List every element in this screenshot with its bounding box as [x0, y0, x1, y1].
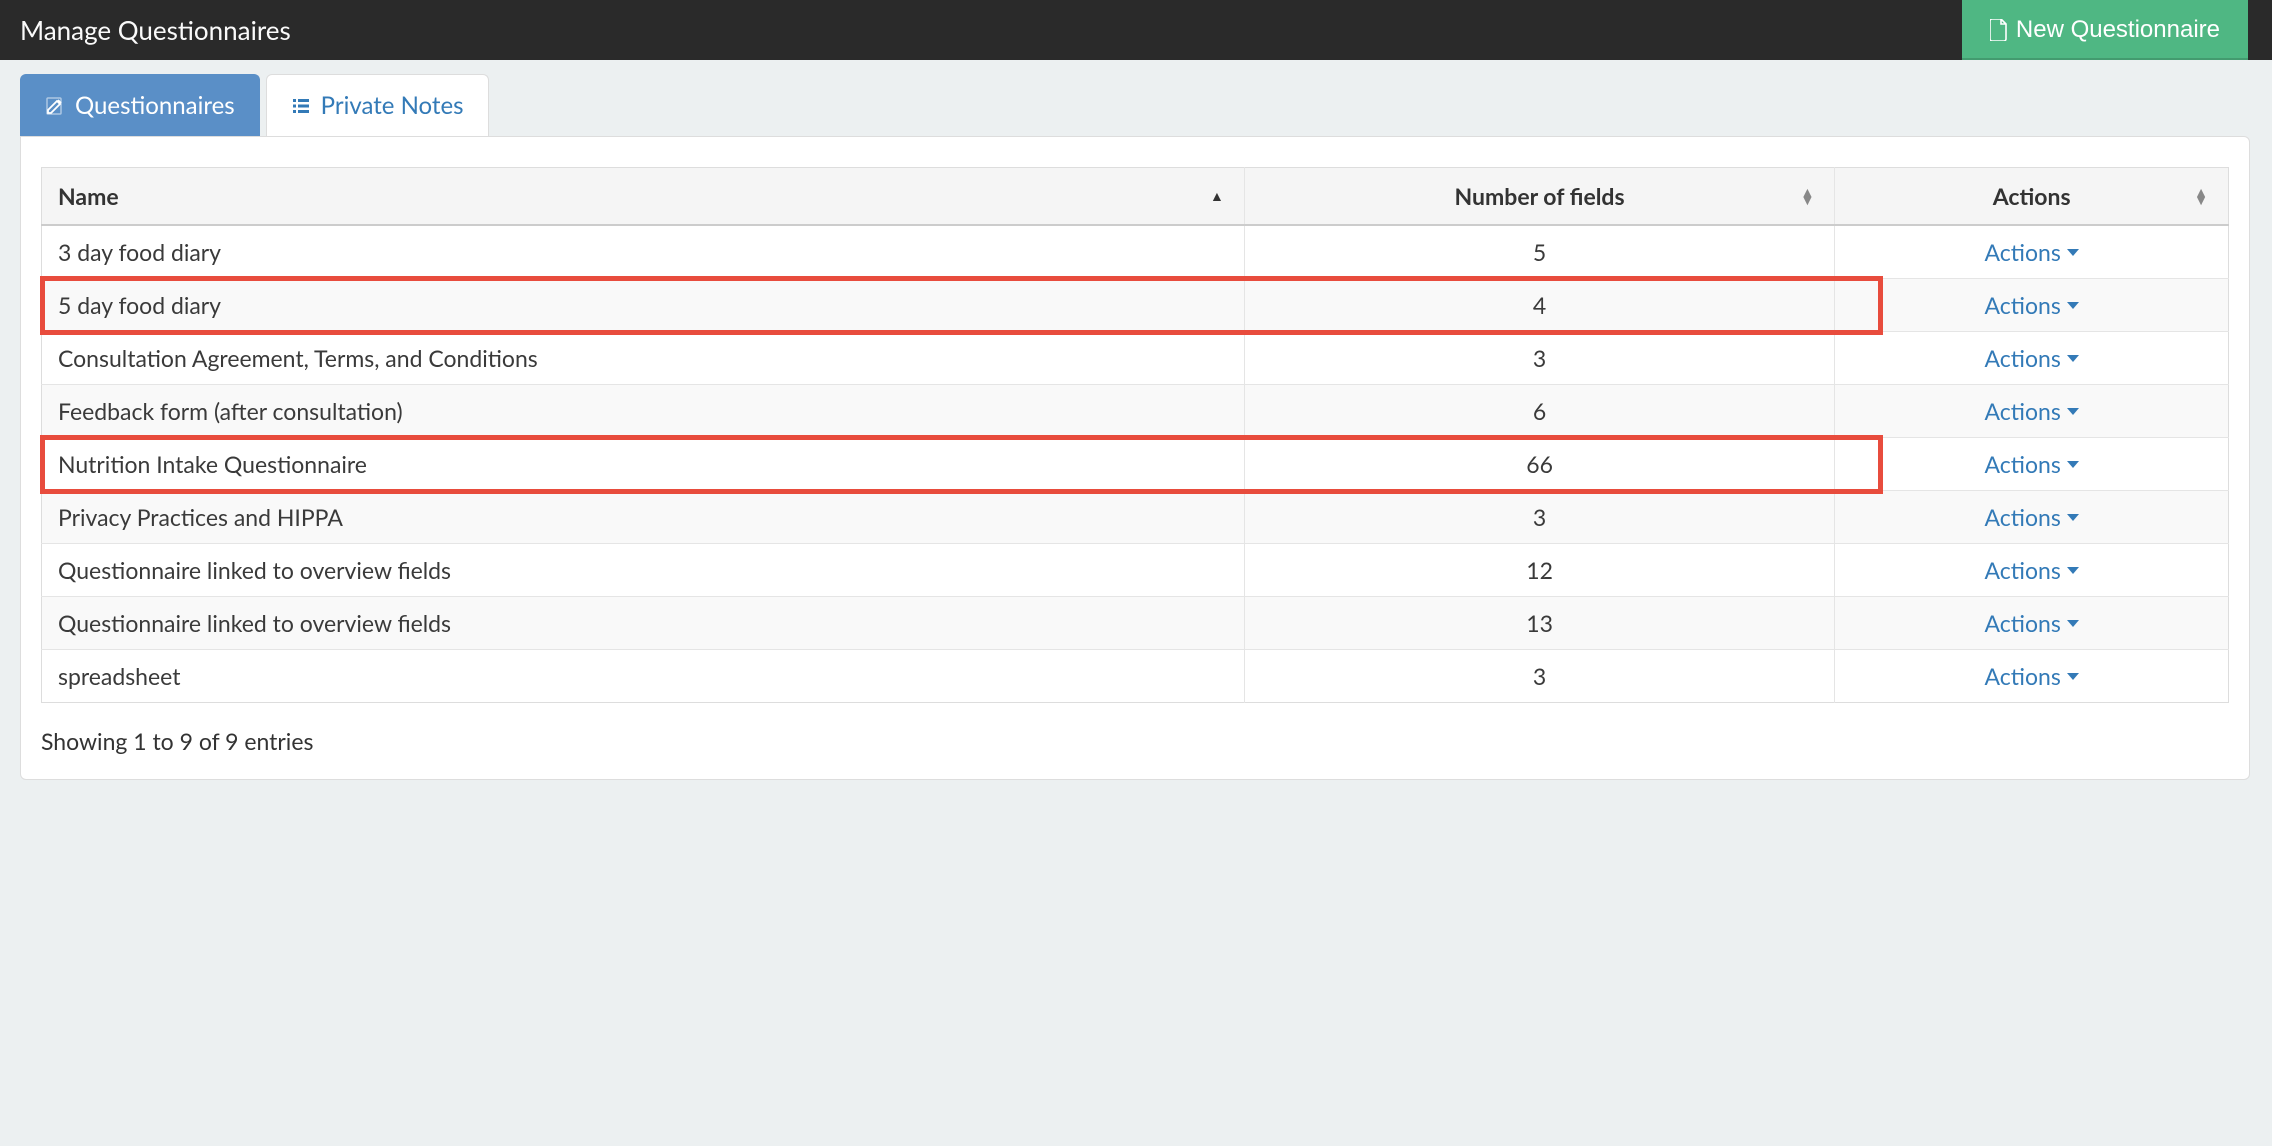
tab-private-notes[interactable]: Private Notes [266, 74, 489, 136]
caret-down-icon [2067, 408, 2079, 415]
cell-fields: 66 [1244, 438, 1834, 491]
cell-name: Nutrition Intake Questionnaire [42, 438, 1245, 491]
tab-questionnaires[interactable]: Questionnaires [20, 74, 260, 136]
cell-name: 3 day food diary [42, 225, 1245, 279]
cell-actions: Actions [1835, 279, 2229, 332]
table-row: spreadsheet3 Actions [42, 650, 2229, 703]
cell-name: Consultation Agreement, Terms, and Condi… [42, 332, 1245, 385]
table-row: Questionnaire linked to overview fields1… [42, 597, 2229, 650]
cell-actions: Actions [1835, 225, 2229, 279]
cell-fields: 12 [1244, 544, 1834, 597]
sort-icon: ▲▼ [1800, 188, 1814, 204]
actions-dropdown[interactable]: Actions [1985, 450, 2079, 478]
actions-label: Actions [1985, 503, 2061, 531]
sort-asc-icon: ▲ [1210, 192, 1224, 200]
sort-icon: ▲▼ [2194, 188, 2208, 204]
cell-actions: Actions [1835, 385, 2229, 438]
cell-fields: 3 [1244, 650, 1834, 703]
actions-label: Actions [1985, 556, 2061, 584]
new-questionnaire-button[interactable]: New Questionnaire [1962, 0, 2248, 60]
cell-name: Feedback form (after consultation) [42, 385, 1245, 438]
table-row: 5 day food diary4 Actions [42, 279, 2229, 332]
actions-label: Actions [1985, 291, 2061, 319]
caret-down-icon [2067, 249, 2079, 256]
entries-info: Showing 1 to 9 of 9 entries [41, 727, 2229, 755]
table-row: Consultation Agreement, Terms, and Condi… [42, 332, 2229, 385]
table-row: Feedback form (after consultation)6 Actio… [42, 385, 2229, 438]
caret-down-icon [2067, 620, 2079, 627]
cell-name: 5 day food diary [42, 279, 1245, 332]
cell-fields: 5 [1244, 225, 1834, 279]
edit-icon [45, 96, 65, 116]
cell-actions: Actions [1835, 597, 2229, 650]
caret-down-icon [2067, 514, 2079, 521]
cell-actions: Actions [1835, 650, 2229, 703]
table-row: Questionnaire linked to overview fields1… [42, 544, 2229, 597]
actions-label: Actions [1985, 609, 2061, 637]
cell-fields: 3 [1244, 491, 1834, 544]
cell-name: Questionnaire linked to overview fields [42, 597, 1245, 650]
actions-label: Actions [1985, 344, 2061, 372]
actions-label: Actions [1985, 662, 2061, 690]
cell-actions: Actions [1835, 332, 2229, 385]
column-header-name[interactable]: Name ▲ [42, 168, 1245, 226]
caret-down-icon [2067, 461, 2079, 468]
caret-down-icon [2067, 355, 2079, 362]
tab-questionnaires-label: Questionnaires [75, 91, 235, 120]
cell-fields: 13 [1244, 597, 1834, 650]
cell-fields: 4 [1244, 279, 1834, 332]
actions-dropdown[interactable]: Actions [1985, 397, 2079, 425]
actions-dropdown[interactable]: Actions [1985, 609, 2079, 637]
cell-fields: 6 [1244, 385, 1834, 438]
table-row: Nutrition Intake Questionnaire66 Actions [42, 438, 2229, 491]
cell-actions: Actions [1835, 438, 2229, 491]
cell-name: Privacy Practices and HIPPA [42, 491, 1245, 544]
page-header: Manage Questionnaires New Questionnaire [0, 0, 2272, 60]
questionnaires-table: Name ▲ Number of fields ▲▼ Actions ▲▼ [41, 167, 2229, 703]
caret-down-icon [2067, 673, 2079, 680]
cell-actions: Actions [1835, 491, 2229, 544]
actions-dropdown[interactable]: Actions [1985, 344, 2079, 372]
tab-panel: Name ▲ Number of fields ▲▼ Actions ▲▼ [20, 136, 2250, 780]
table-row: Privacy Practices and HIPPA3 Actions [42, 491, 2229, 544]
actions-dropdown[interactable]: Actions [1985, 556, 2079, 584]
document-icon [1990, 19, 2008, 41]
cell-name: spreadsheet [42, 650, 1245, 703]
tab-private-notes-label: Private Notes [321, 91, 464, 120]
tabs: Questionnaires Private Notes [20, 74, 2272, 136]
new-questionnaire-label: New Questionnaire [2016, 16, 2220, 44]
actions-label: Actions [1985, 238, 2061, 266]
column-header-fields[interactable]: Number of fields ▲▼ [1244, 168, 1834, 226]
actions-dropdown[interactable]: Actions [1985, 291, 2079, 319]
cell-name: Questionnaire linked to overview fields [42, 544, 1245, 597]
actions-dropdown[interactable]: Actions [1985, 503, 2079, 531]
caret-down-icon [2067, 302, 2079, 309]
page-title: Manage Questionnaires [20, 14, 291, 46]
list-icon [291, 96, 311, 116]
actions-dropdown[interactable]: Actions [1985, 238, 2079, 266]
caret-down-icon [2067, 567, 2079, 574]
column-header-actions[interactable]: Actions ▲▼ [1835, 168, 2229, 226]
table-row: 3 day food diary5 Actions [42, 225, 2229, 279]
actions-label: Actions [1985, 397, 2061, 425]
actions-label: Actions [1985, 450, 2061, 478]
cell-fields: 3 [1244, 332, 1834, 385]
cell-actions: Actions [1835, 544, 2229, 597]
actions-dropdown[interactable]: Actions [1985, 662, 2079, 690]
